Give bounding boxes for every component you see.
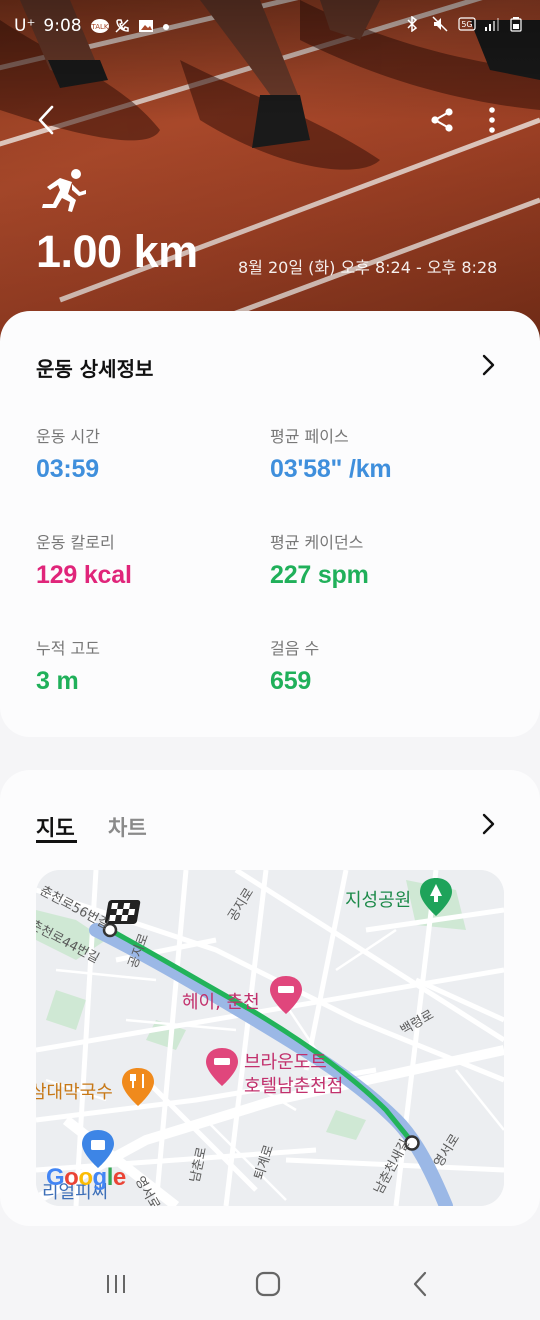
route-map[interactable]: 춘천로56번길 춘천로44번길 공지로 공지로 백령로 남춘로 퇴계로 영서로 …	[36, 870, 504, 1206]
chevron-right-icon	[482, 354, 495, 376]
metric-steps: 걸음 수 659	[270, 635, 319, 696]
tab-chart[interactable]: 차트	[108, 812, 147, 842]
more-vert-icon	[489, 107, 495, 133]
metric-label: 평균 페이스	[270, 427, 349, 446]
svg-text:5G: 5G	[461, 20, 472, 29]
metric-value: 3 m	[36, 667, 79, 695]
tab-map-indicator	[36, 840, 77, 843]
status-time: 9:08	[43, 16, 82, 36]
signal-icon	[484, 16, 500, 32]
details-title: 운동 상세정보	[36, 357, 154, 381]
bluetooth-icon	[406, 15, 422, 33]
workout-datetime: 8월 20일 (화) 오후 8:24 - 오후 8:28	[238, 258, 498, 277]
map-hotel-label: 브라운도트	[244, 1052, 327, 1073]
metric-label: 걸음 수	[270, 639, 320, 658]
system-navigation-bar	[0, 1240, 540, 1320]
metric-label: 운동 시간	[36, 427, 100, 446]
home-button[interactable]	[248, 1264, 288, 1304]
network-5g-icon: 5G	[458, 16, 476, 32]
workout-details-card: 운동 상세정보 운동 시간 03:59 평균 페이스 03'58" /km 운동…	[0, 311, 540, 737]
metric-value: 129 kcal	[36, 561, 132, 589]
share-icon	[431, 108, 453, 132]
distance-value: 1.00 km	[36, 226, 198, 277]
map-more-button[interactable]	[474, 810, 502, 838]
mute-icon	[432, 16, 448, 32]
map-restaurant-label: 삼대막국수	[36, 1082, 113, 1103]
metric-calories: 운동 칼로리 129 kcal	[36, 529, 132, 590]
notification-dot-icon	[162, 18, 178, 34]
chevron-right-icon	[482, 813, 495, 835]
map-hotel-label: 헤이, 춘천	[182, 992, 260, 1013]
battery-icon	[510, 16, 526, 32]
svg-text:TALK: TALK	[90, 23, 108, 31]
metric-elevation-gain: 누적 고도 3 m	[36, 635, 100, 696]
share-button[interactable]	[420, 98, 464, 142]
back-arrow-icon	[38, 105, 54, 135]
metric-duration: 운동 시간 03:59	[36, 423, 100, 484]
metric-avg-pace: 평균 페이스 03'58" /km	[270, 423, 392, 484]
recent-apps-button[interactable]	[96, 1264, 136, 1304]
metric-avg-cadence: 평균 케이던스 227 spm	[270, 529, 369, 590]
more-options-button[interactable]	[470, 98, 514, 142]
back-chevron-icon	[413, 1271, 427, 1297]
gallery-icon	[138, 18, 154, 34]
map-card: 지도 차트 춘천로56번길 춘천로44번길 공지로 공지로 백령로 남춘로 퇴계…	[0, 770, 540, 1226]
home-icon	[255, 1271, 281, 1297]
hero-header: U⁺ 9:08 TALK 5G 1.00 km 8월 20일 (화) 오후 8:…	[0, 0, 540, 345]
metric-label: 누적 고도	[36, 639, 100, 658]
running-icon	[42, 169, 86, 212]
status-bar: U⁺ 9:08 TALK 5G	[0, 12, 540, 44]
metric-value: 03'58" /km	[270, 455, 392, 483]
metric-value: 659	[270, 667, 312, 695]
carrier-label: U⁺	[14, 16, 36, 36]
app-root: U⁺ 9:08 TALK 5G 1.00 km 8월 20일 (화) 오후 8:…	[0, 0, 540, 1320]
google-logo: Google	[46, 1164, 126, 1191]
muted-phone-icon	[114, 18, 130, 34]
system-back-button[interactable]	[400, 1264, 440, 1304]
metric-label: 평균 케이던스	[270, 533, 364, 552]
details-more-button[interactable]	[474, 351, 502, 379]
back-button[interactable]	[24, 98, 68, 142]
tab-map[interactable]: 지도	[36, 812, 75, 842]
talk-icon: TALK	[90, 18, 109, 34]
recent-apps-icon	[107, 1275, 125, 1293]
metric-label: 운동 칼로리	[36, 533, 115, 552]
metric-value: 227 spm	[270, 561, 369, 589]
metric-value: 03:59	[36, 455, 99, 483]
map-park-label: 지성공원	[345, 890, 412, 911]
map-hotel-label: 호텔남춘천점	[244, 1076, 344, 1097]
